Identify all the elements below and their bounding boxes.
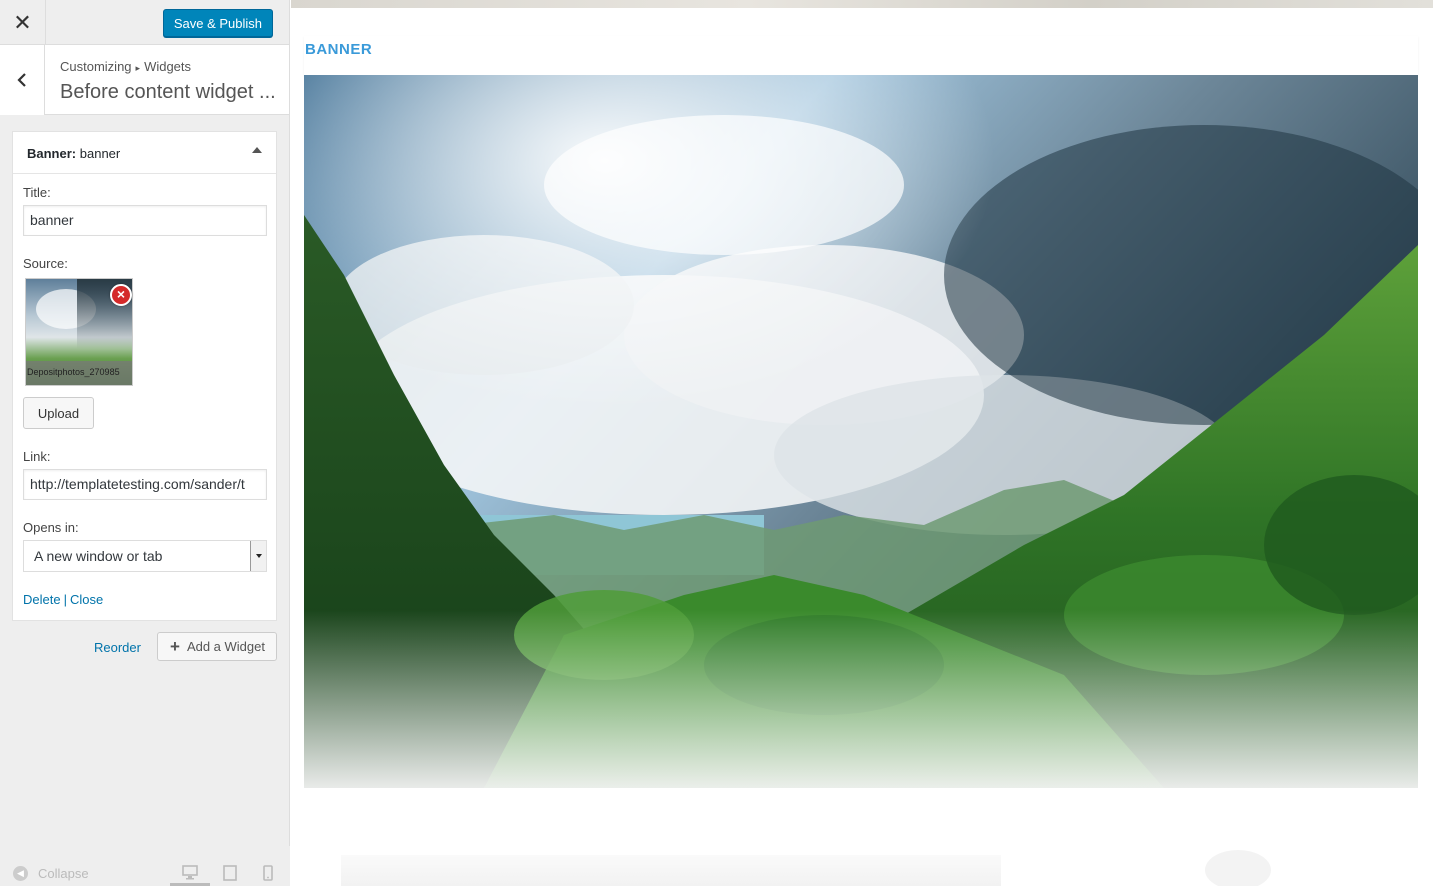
section-header: Customizing ▸ Widgets Before content widge… (0, 45, 289, 115)
content-placeholder (341, 855, 1001, 886)
remove-image-icon[interactable]: × (110, 284, 132, 306)
page-title: Before content widget ... (60, 81, 276, 103)
link-label: Link: (23, 449, 51, 464)
customizer-header: ✕ Save & Publish (0, 0, 289, 45)
banner-title-bar (304, 36, 1418, 76)
desktop-preview-icon[interactable] (182, 865, 198, 884)
collapse-label: Collapse (38, 866, 89, 881)
image-caption: Depositphotos_270985 (26, 361, 132, 385)
customizer-sidebar: ✕ Save & Publish Customizing ▸ Widgets Bef… (0, 0, 290, 886)
collapse-arrow-icon[interactable] (252, 147, 262, 153)
chevron-left-icon[interactable] (0, 45, 45, 115)
opens-in-label: Opens in: (23, 520, 79, 535)
save-publish-button[interactable]: Save & Publish (162, 9, 273, 37)
title-input[interactable]: banner (23, 205, 267, 236)
mobile-preview-icon[interactable] (263, 865, 273, 885)
source-label: Source: (23, 256, 68, 271)
banner-landscape (304, 75, 1418, 788)
close-icon[interactable]: ✕ (0, 0, 46, 45)
collapse-button[interactable]: ◀ Collapse (13, 866, 89, 881)
widget-header[interactable]: Banner: banner (13, 132, 276, 174)
reorder-link[interactable]: Reorder (94, 640, 141, 655)
link-input[interactable]: http://templatetesting.com/sander/t (23, 469, 267, 500)
add-widget-button[interactable]: + Add a Widget (157, 632, 277, 661)
widget-title-prefix: Banner: (27, 146, 77, 161)
delete-link[interactable]: Delete (23, 592, 61, 607)
widget-actions: Delete | Close (23, 592, 103, 607)
plus-icon: + (170, 636, 180, 656)
widget-title-name: banner (79, 146, 121, 161)
banner-image[interactable] (304, 75, 1418, 788)
title-label: Title: (23, 185, 51, 200)
close-link[interactable]: Close (70, 592, 103, 607)
widget-title: Banner: banner (27, 146, 120, 161)
actions-separator: | (63, 592, 67, 607)
add-widget-label: Add a Widget (186, 639, 265, 654)
tablet-preview-icon[interactable] (223, 865, 237, 885)
customizer-footer: ◀ Collapse (0, 846, 290, 886)
breadcrumb: Customizing ▸ Widgets (60, 59, 191, 74)
breadcrumb-arrow-icon: ▸ (135, 63, 141, 73)
chevron-down-icon[interactable] (250, 541, 266, 571)
breadcrumb-root: Customizing (60, 59, 132, 74)
collapse-arrow-icon: ◀ (13, 866, 28, 881)
site-preview: BANNER (291, 0, 1433, 886)
header-strip (291, 0, 1433, 8)
opens-in-value: A new window or tab (34, 548, 163, 564)
upload-button[interactable]: Upload (23, 397, 94, 429)
decorative-shape (1205, 850, 1271, 886)
banner-heading: BANNER (305, 41, 373, 58)
banner-widget: Banner: banner Title: banner Source: Dep… (12, 131, 277, 621)
breadcrumb-child: Widgets (144, 59, 192, 74)
opens-in-select[interactable]: A new window or tab (23, 540, 267, 572)
